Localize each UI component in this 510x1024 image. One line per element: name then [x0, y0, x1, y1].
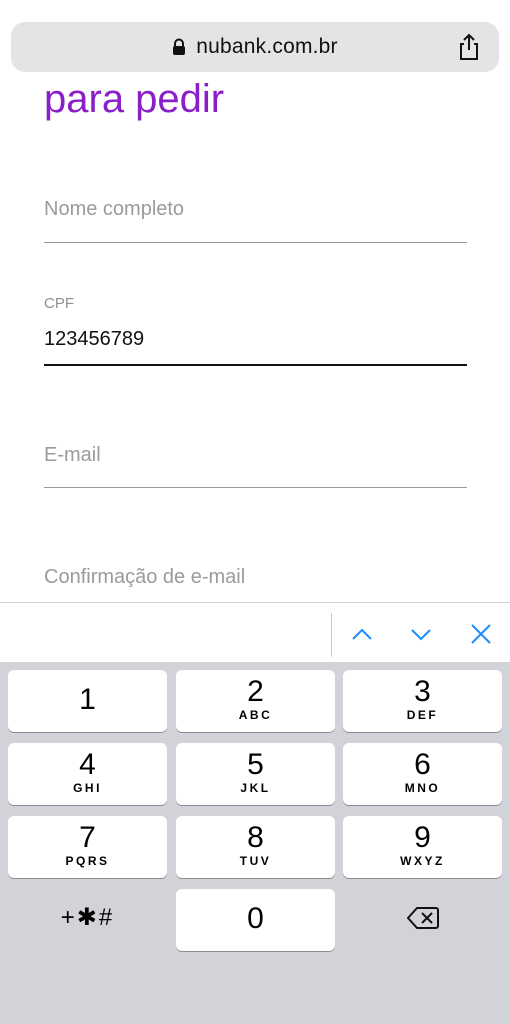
key-7[interactable]: 7 PQRS [8, 816, 167, 878]
email-confirm-field[interactable]: Confirmação de e-mail [44, 566, 467, 600]
email-placeholder: E-mail [44, 444, 101, 466]
key-3[interactable]: 3 DEF [343, 670, 502, 732]
key-0[interactable]: 0 [176, 889, 335, 951]
symbols-key[interactable]: +✱# [8, 887, 167, 949]
full-name-field[interactable]: Nome completo [44, 198, 467, 244]
email-confirm-placeholder: Confirmação de e-mail [44, 566, 246, 588]
backspace-key[interactable] [343, 889, 502, 951]
numeric-keyboard: 1 2 ABC 3 DEF 4 GHI 5 JKL 6 MNO 7 PQRS 8… [0, 662, 510, 1024]
cpf-underline [44, 364, 467, 366]
lock-icon [172, 38, 186, 56]
cpf-field[interactable]: CPF 123456789 [44, 295, 467, 367]
address-bar[interactable]: nubank.com.br [11, 22, 499, 72]
key-1[interactable]: 1 [8, 670, 167, 732]
key-8[interactable]: 8 TUV [176, 816, 335, 878]
chevron-down-icon[interactable] [408, 621, 434, 647]
email-field[interactable]: E-mail [44, 444, 467, 490]
share-icon[interactable] [457, 33, 481, 61]
full-name-underline [44, 242, 467, 243]
key-5[interactable]: 5 JKL [176, 743, 335, 805]
cpf-input[interactable]: 123456789 [44, 328, 467, 351]
accessory-divider [331, 613, 332, 657]
cpf-label: CPF [44, 295, 74, 312]
page-heading: para pedir [44, 77, 225, 121]
backspace-icon [406, 906, 439, 935]
close-icon[interactable] [468, 621, 494, 647]
key-6[interactable]: 6 MNO [343, 743, 502, 805]
chevron-up-icon[interactable] [349, 621, 375, 647]
url-text: nubank.com.br [196, 35, 338, 58]
browser-toolbar: nubank.com.br [0, 0, 510, 80]
keyboard-accessory-bar [0, 602, 510, 662]
full-name-placeholder: Nome completo [44, 198, 185, 220]
email-underline [44, 487, 467, 488]
key-9[interactable]: 9 WXYZ [343, 816, 502, 878]
key-2[interactable]: 2 ABC [176, 670, 335, 732]
key-4[interactable]: 4 GHI [8, 743, 167, 805]
